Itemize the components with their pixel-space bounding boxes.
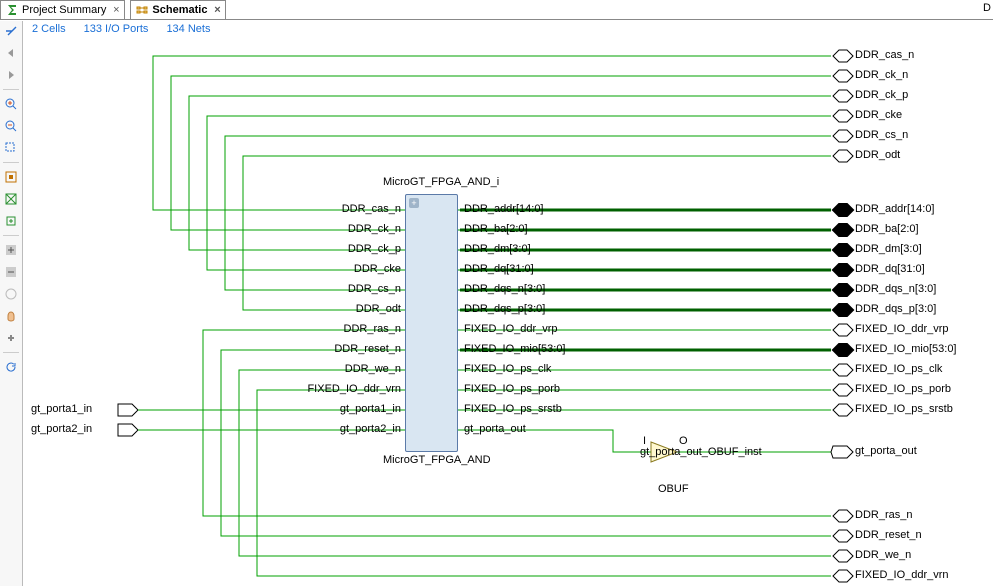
close-icon[interactable]: ×: [211, 4, 223, 16]
port-label-right: gt_porta_out: [464, 423, 526, 435]
io-port-label: gt_porta2_in: [31, 423, 92, 435]
info-cells[interactable]: 2 Cells: [32, 23, 66, 35]
port-label-left: DDR_cs_n: [281, 283, 401, 295]
block-instance-name: MicroGT_FPGA_AND_i: [383, 176, 499, 188]
auto-fit-icon[interactable]: [2, 212, 20, 230]
schematic-icon: [135, 4, 148, 17]
arrow-right-icon[interactable]: [2, 66, 20, 84]
zoom-area-icon[interactable]: [2, 139, 20, 157]
tab-schematic[interactable]: Schematic ×: [130, 0, 226, 19]
port-label-left: DDR_odt: [281, 303, 401, 315]
io-port-label: FIXED_IO_mio[53:0]: [855, 343, 957, 355]
io-port-label: DDR_ck_p: [855, 89, 908, 101]
pin-icon[interactable]: [2, 22, 20, 40]
port-label-right: FIXED_IO_ddr_vrp: [464, 323, 558, 335]
port-label-left: DDR_cas_n: [281, 203, 401, 215]
port-label-right: DDR_ba[2:0]: [464, 223, 528, 235]
io-port-label: DDR_cas_n: [855, 49, 914, 61]
io-port-label: DDR_dm[3:0]: [855, 243, 922, 255]
port-label-right: FIXED_IO_mio[53:0]: [464, 343, 566, 355]
io-port-label: FIXED_IO_ddr_vrn: [855, 569, 949, 581]
io-port-label: DDR_cke: [855, 109, 902, 121]
obuf-pin-out: O: [679, 435, 688, 447]
port-label-right: DDR_dqs_n[3:0]: [464, 283, 545, 295]
port-label-left: gt_porta2_in: [281, 423, 401, 435]
port-label-left: DDR_ck_n: [281, 223, 401, 235]
port-label-right: DDR_dqs_p[3:0]: [464, 303, 545, 315]
expand-icon[interactable]: +: [409, 198, 419, 208]
port-label-left: FIXED_IO_ddr_vrn: [281, 383, 401, 395]
zoom-fit-icon[interactable]: [2, 168, 20, 186]
zoom-in-icon[interactable]: [2, 95, 20, 113]
port-label-left: gt_porta1_in: [281, 403, 401, 415]
io-port-label: gt_porta_out: [855, 445, 917, 457]
io-port-label: FIXED_IO_ddr_vrp: [855, 323, 949, 335]
tab-bar: Project Summary × Schematic × D: [0, 0, 993, 20]
io-port-label: gt_porta1_in: [31, 403, 92, 415]
outline-icon[interactable]: [2, 285, 20, 303]
port-label-left: DDR_reset_n: [281, 343, 401, 355]
io-port-label: FIXED_IO_ps_clk: [855, 363, 942, 375]
info-row: 2 Cells 133 I/O Ports 134 Nets: [24, 21, 993, 37]
minus-icon[interactable]: [2, 263, 20, 281]
obuf-instance-name: gt_porta_out_OBUF_inst: [640, 446, 762, 458]
io-port-label: DDR_dq[31:0]: [855, 263, 925, 275]
io-port-label: DDR_cs_n: [855, 129, 908, 141]
plus2-icon[interactable]: [2, 329, 20, 347]
obuf-cell-name: OBUF: [658, 483, 689, 495]
schematic-canvas[interactable]: + MicroGT_FPGA_AND_i MicroGT_FPGA_AND gt…: [23, 38, 993, 586]
io-port-label: DDR_dqs_n[3:0]: [855, 283, 936, 295]
port-label-right: DDR_dq[31:0]: [464, 263, 534, 275]
refresh-icon[interactable]: [2, 358, 20, 376]
port-label-right: DDR_addr[14:0]: [464, 203, 544, 215]
port-label-left: DDR_ras_n: [281, 323, 401, 335]
obuf-pin-in: I: [643, 435, 646, 447]
io-port-label: DDR_reset_n: [855, 529, 922, 541]
info-ports[interactable]: 133 I/O Ports: [84, 23, 149, 35]
io-port-label: DDR_addr[14:0]: [855, 203, 935, 215]
zoom-out-icon[interactable]: [2, 117, 20, 135]
port-label-left: DDR_cke: [281, 263, 401, 275]
port-label-left: DDR_we_n: [281, 363, 401, 375]
panel-letter: D: [983, 2, 991, 14]
io-port-label: DDR_ras_n: [855, 509, 912, 521]
block-cell-name: MicroGT_FPGA_AND: [383, 454, 491, 466]
port-label-right: FIXED_IO_ps_srstb: [464, 403, 562, 415]
arrow-left-icon[interactable]: [2, 44, 20, 62]
io-port-label: FIXED_IO_ps_porb: [855, 383, 951, 395]
sigma-icon: [5, 4, 18, 17]
port-label-right: FIXED_IO_ps_porb: [464, 383, 560, 395]
hand-icon[interactable]: [2, 307, 20, 325]
info-nets[interactable]: 134 Nets: [166, 23, 210, 35]
io-port-label: DDR_we_n: [855, 549, 911, 561]
port-label-left: DDR_ck_p: [281, 243, 401, 255]
left-toolbar: [0, 21, 23, 586]
tab-label: Schematic: [152, 4, 211, 16]
tab-project-summary[interactable]: Project Summary ×: [0, 0, 125, 19]
io-port-label: DDR_ba[2:0]: [855, 223, 919, 235]
block-microgt-fpga-and[interactable]: +: [405, 194, 458, 452]
io-port-label: FIXED_IO_ps_srstb: [855, 403, 953, 415]
port-label-right: DDR_dm[3:0]: [464, 243, 531, 255]
close-icon[interactable]: ×: [110, 4, 122, 16]
fit-icon[interactable]: [2, 190, 20, 208]
tab-label: Project Summary: [22, 4, 110, 16]
io-port-label: DDR_ck_n: [855, 69, 908, 81]
plus-icon[interactable]: [2, 241, 20, 259]
port-label-right: FIXED_IO_ps_clk: [464, 363, 551, 375]
io-port-label: DDR_odt: [855, 149, 900, 161]
io-port-label: DDR_dqs_p[3:0]: [855, 303, 936, 315]
